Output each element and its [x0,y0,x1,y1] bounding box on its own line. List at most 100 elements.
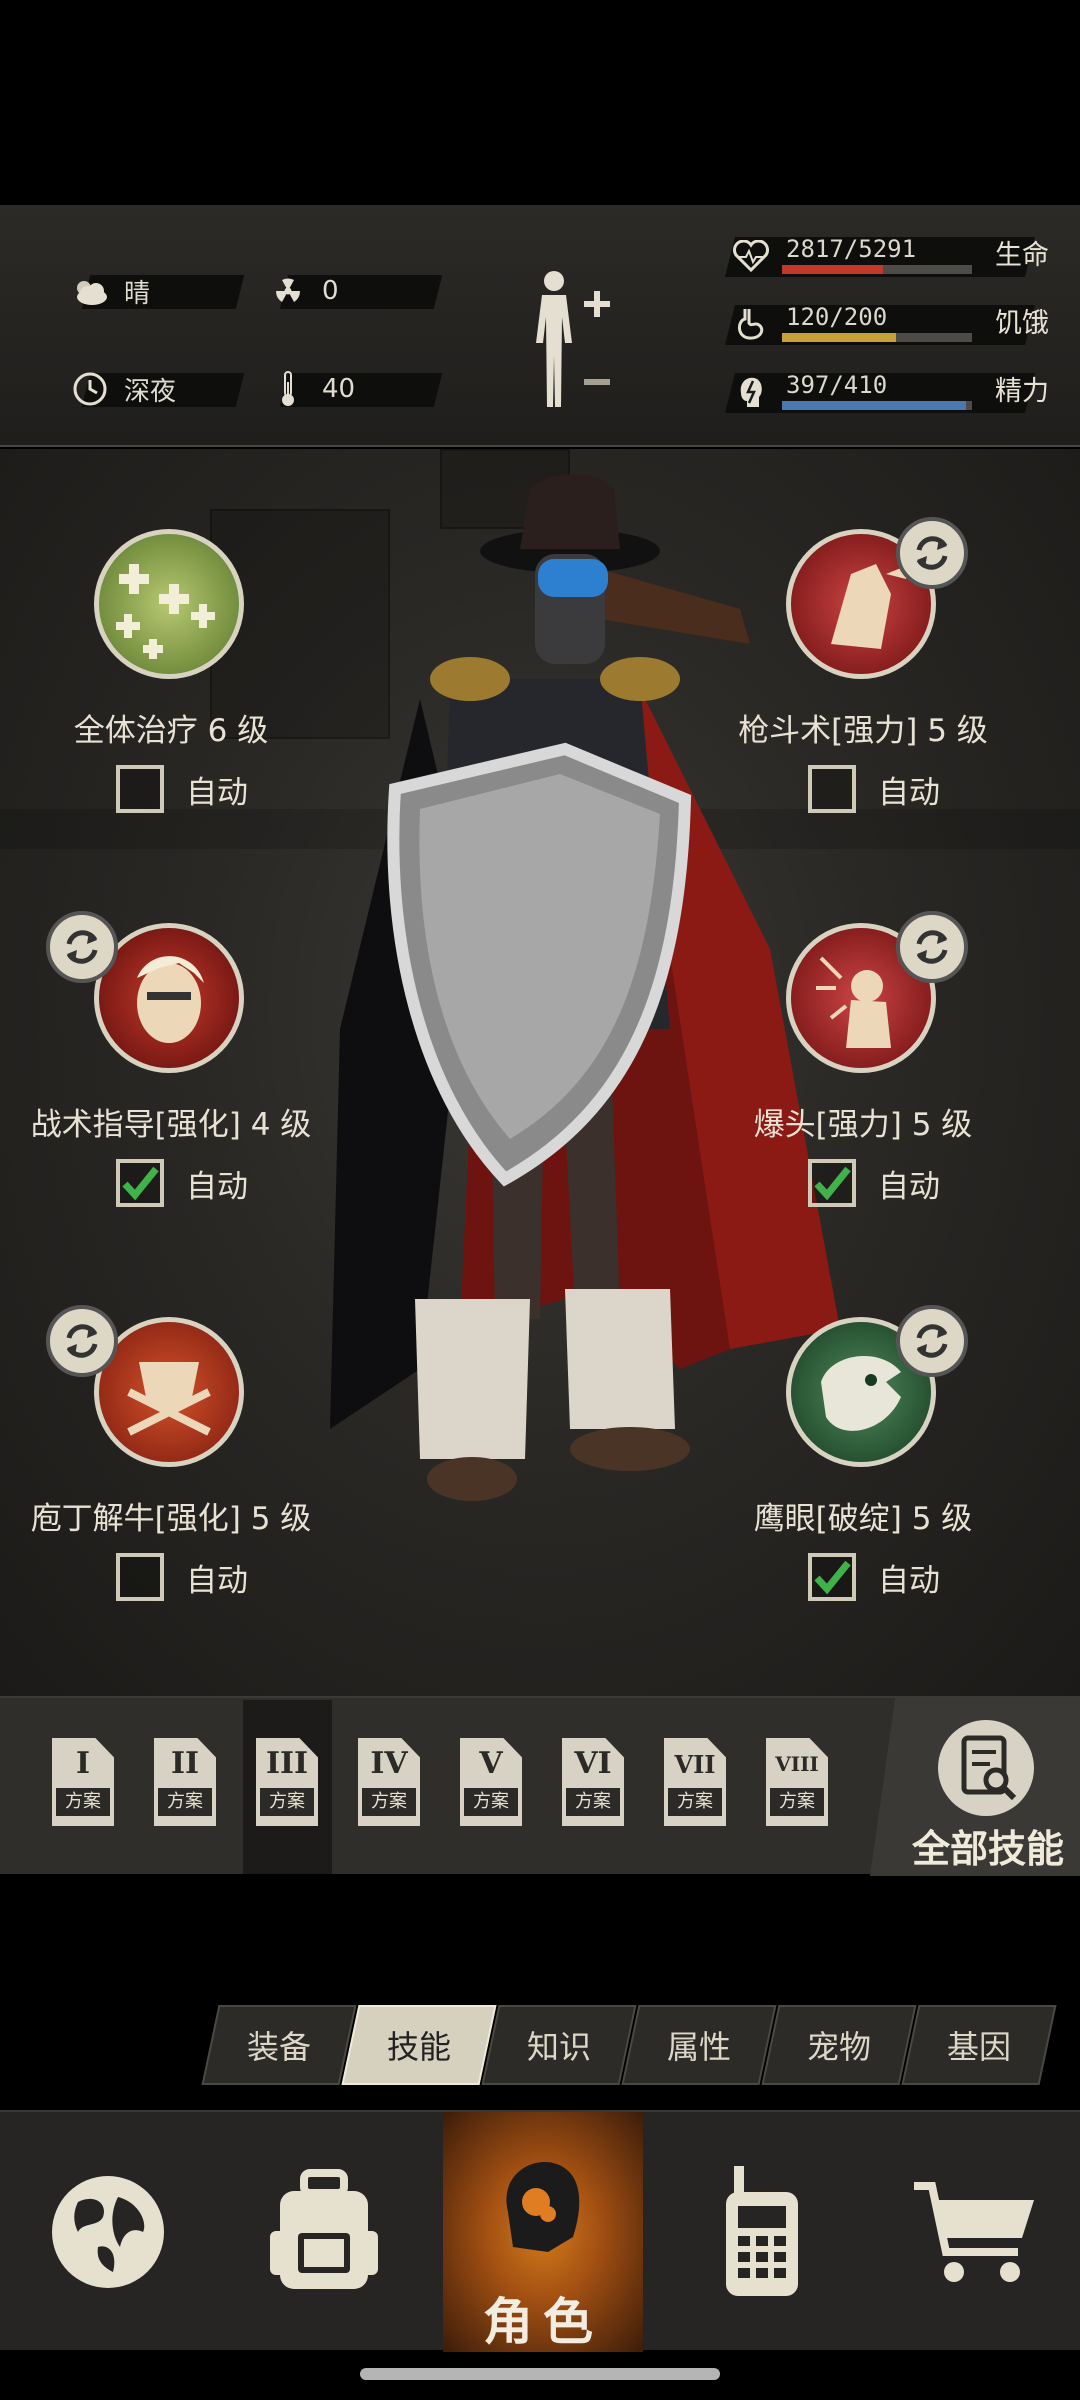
auto-toggle[interactable]: 自动 [808,1553,940,1601]
heart-icon [730,233,772,279]
nav-character[interactable]: 角色 [443,2112,643,2352]
temperature-value: 40 [322,374,356,404]
nav-world[interactable] [0,2112,216,2352]
plan-sub: 方案 [464,1788,518,1816]
plan-sub: 方案 [566,1788,620,1816]
human-body-icon [536,271,610,407]
backpack-icon [270,2169,378,2289]
skill-slot-6[interactable]: 鹰眼[破绽] 5 级 自动 [698,1305,1018,1657]
plan-number: V [479,1746,503,1781]
auto-checkbox[interactable] [808,1553,856,1601]
skill-label: 鹰眼[破绽] 5 级 [753,1501,973,1537]
plan-button-1[interactable]: I 方案 [52,1738,114,1826]
checkmark-icon [814,1166,851,1201]
plan-sub: 方案 [260,1788,314,1816]
status-panel: 晴 0 深夜 40 2817/5291 生命 120/200 饥饿 397/41… [0,205,1080,447]
plan-button-8[interactable]: VIII 方案 [766,1738,828,1826]
home-indicator[interactable] [360,2368,720,2380]
tab-pets[interactable]: 宠物 [761,2005,917,2085]
auto-checkbox[interactable] [116,1553,164,1601]
auto-label: 自动 [878,1562,940,1599]
swap-icon [66,1324,98,1358]
globe-icon [52,2176,164,2288]
skill-slot-3[interactable]: 战术指导[强化] 4 级 自动 [6,911,326,1263]
energy-meter [782,401,972,410]
tab-genes[interactable]: 基因 [901,2005,1057,2085]
bottom-nav: 角色 [0,2110,1080,2352]
all-skills-button[interactable]: 全部技能 [870,1698,1080,1876]
skill-slot-1[interactable]: 全体治疗 6 级 自动 [6,529,326,869]
stomach-icon [730,301,772,347]
radiation-value: 0 [322,276,339,306]
plan-number: I [75,1746,91,1781]
health-value: 2817/5291 [786,235,917,263]
tab-equipment[interactable]: 装备 [201,2005,357,2085]
auto-toggle[interactable]: 自动 [808,765,940,813]
weather-text: 晴 [124,278,151,309]
checkmark-icon [814,1560,851,1595]
plan-bar: I 方案 II 方案 III 方案 IV 方案 V 方案 VI 方案 VII 方案 VIII 方… [0,1696,1080,1876]
health-label: 生命 [995,240,1049,271]
auto-checkbox[interactable] [808,765,856,813]
all-skills-label: 全部技能 [911,1827,1064,1871]
nav-shop[interactable] [870,2112,1080,2352]
energy-label: 精力 [995,376,1049,407]
auto-toggle[interactable]: 自动 [116,1159,248,1207]
swap-skill-button[interactable] [896,517,968,589]
swap-skill-button[interactable] [896,911,968,983]
swap-icon [916,930,948,964]
swap-skill-button[interactable] [896,1305,968,1377]
auto-label: 自动 [878,774,940,811]
vital-hunger: 120/200 饥饿 [720,301,1060,347]
hunger-label: 饥饿 [995,308,1049,339]
nav-radio[interactable] [654,2112,870,2352]
plan-sub: 方案 [158,1788,212,1816]
vital-energy: 397/410 精力 [720,369,1060,415]
auto-label: 自动 [878,1168,940,1205]
auto-toggle[interactable]: 自动 [116,765,248,813]
skill-label: 全体治疗 6 级 [73,713,269,749]
tab-label: 基因 [946,2028,1011,2066]
plan-button-7[interactable]: VII 方案 [664,1738,726,1826]
group-heal-icon[interactable] [94,529,244,679]
tab-label: 知识 [526,2028,591,2066]
clock-icon [68,369,112,409]
body-status-button[interactable] [520,265,620,415]
nav-backpack[interactable] [216,2112,432,2352]
skill-slot-5[interactable]: 庖丁解牛[强化] 5 级 自动 [6,1305,326,1657]
plan-button-3[interactable]: III 方案 [256,1738,318,1826]
tab-skills[interactable]: 技能 [341,2005,497,2085]
cart-icon [914,2182,1034,2282]
auto-toggle[interactable]: 自动 [116,1553,248,1601]
skill-slot-4[interactable]: 爆头[强力] 5 级 自动 [698,911,1018,1263]
tab-attributes[interactable]: 属性 [621,2005,777,2085]
swap-skill-button[interactable] [46,911,118,983]
plan-number: VIII [775,1752,819,1776]
thermometer-icon [266,369,310,409]
auto-checkbox[interactable] [808,1159,856,1207]
plan-button-2[interactable]: II 方案 [154,1738,216,1826]
hunger-value: 120/200 [786,303,888,331]
radio-icon [726,2166,798,2296]
skill-panel: 全体治疗 6 级 自动 枪斗术[强力] 5 级 自动 战术指导[强化] 4 级 … [0,449,1080,1696]
skill-label: 枪斗术[强力] 5 级 [738,713,988,749]
tab-knowledge[interactable]: 知识 [481,2005,637,2085]
hunger-meter [782,333,972,342]
skill-label: 庖丁解牛[强化] 5 级 [30,1501,312,1537]
tab-label: 技能 [386,2028,451,2066]
plan-sub: 方案 [362,1788,416,1816]
auto-label: 自动 [186,1562,248,1599]
auto-checkbox[interactable] [116,765,164,813]
skill-slot-2[interactable]: 枪斗术[强力] 5 级 自动 [698,517,1018,869]
plan-number: II [170,1746,200,1781]
checkmark-icon [122,1166,159,1201]
plan-button-4[interactable]: IV 方案 [358,1738,420,1826]
swap-skill-button[interactable] [46,1305,118,1377]
skill-search-icon [938,1720,1034,1816]
plan-button-5[interactable]: V 方案 [460,1738,522,1826]
auto-toggle[interactable]: 自动 [808,1159,940,1207]
skill-label: 战术指导[强化] 4 级 [30,1107,312,1143]
plan-button-6[interactable]: VI 方案 [562,1738,624,1826]
auto-checkbox[interactable] [116,1159,164,1207]
time-text: 深夜 [124,376,177,407]
